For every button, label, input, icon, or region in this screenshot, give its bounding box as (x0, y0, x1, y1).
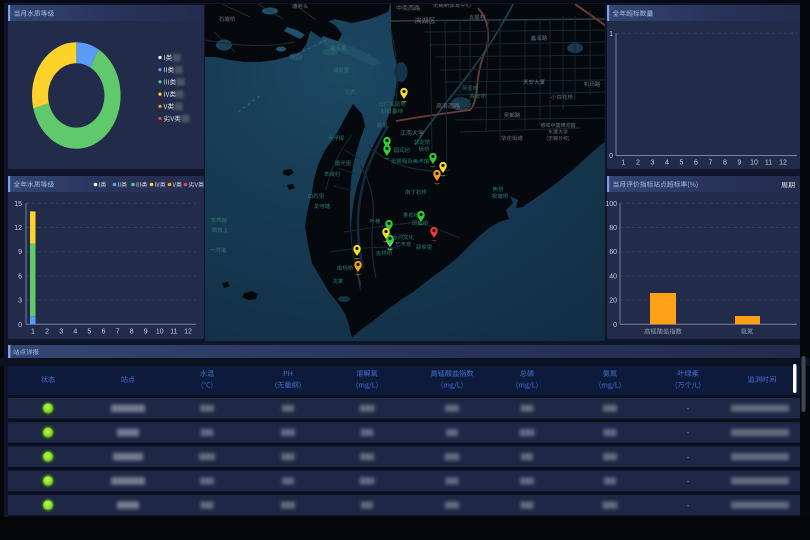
svg-text:11: 11 (765, 160, 772, 167)
svg-text:80: 80 (609, 225, 617, 232)
svg-text:12: 12 (779, 160, 787, 167)
svg-text:9: 9 (18, 249, 22, 256)
svg-text:10: 10 (750, 160, 758, 167)
svg-text:1: 1 (609, 31, 613, 38)
svg-text:5: 5 (680, 160, 684, 167)
svg-text:5: 5 (87, 329, 91, 336)
svg-text:8: 8 (723, 160, 727, 167)
svg-text:15: 15 (14, 201, 22, 208)
svg-text:20: 20 (609, 298, 617, 305)
svg-text:0: 0 (609, 153, 613, 160)
svg-text:6: 6 (18, 273, 22, 280)
svg-text:6: 6 (101, 329, 105, 336)
svg-text:11: 11 (170, 329, 177, 336)
svg-text:3: 3 (651, 160, 655, 167)
svg-text:6: 6 (694, 160, 698, 167)
svg-text:1: 1 (31, 329, 35, 336)
svg-text:40: 40 (609, 273, 617, 280)
svg-text:7: 7 (709, 160, 713, 167)
svg-text:3: 3 (59, 329, 63, 336)
svg-text:1: 1 (622, 160, 626, 167)
svg-text:100: 100 (605, 201, 617, 208)
svg-text:12: 12 (14, 225, 22, 232)
svg-text:2: 2 (45, 329, 49, 336)
svg-text:2: 2 (636, 160, 640, 167)
svg-text:7: 7 (116, 329, 120, 336)
svg-text:4: 4 (665, 160, 669, 167)
svg-text:12: 12 (184, 329, 192, 336)
svg-text:9: 9 (144, 329, 148, 336)
svg-text:60: 60 (609, 249, 617, 256)
svg-text:3: 3 (18, 298, 22, 305)
svg-text:0: 0 (18, 322, 22, 329)
svg-text:0: 0 (613, 322, 617, 329)
svg-text:9: 9 (738, 160, 742, 167)
svg-text:4: 4 (73, 329, 77, 336)
svg-text:10: 10 (156, 329, 164, 336)
svg-text:8: 8 (130, 329, 134, 336)
